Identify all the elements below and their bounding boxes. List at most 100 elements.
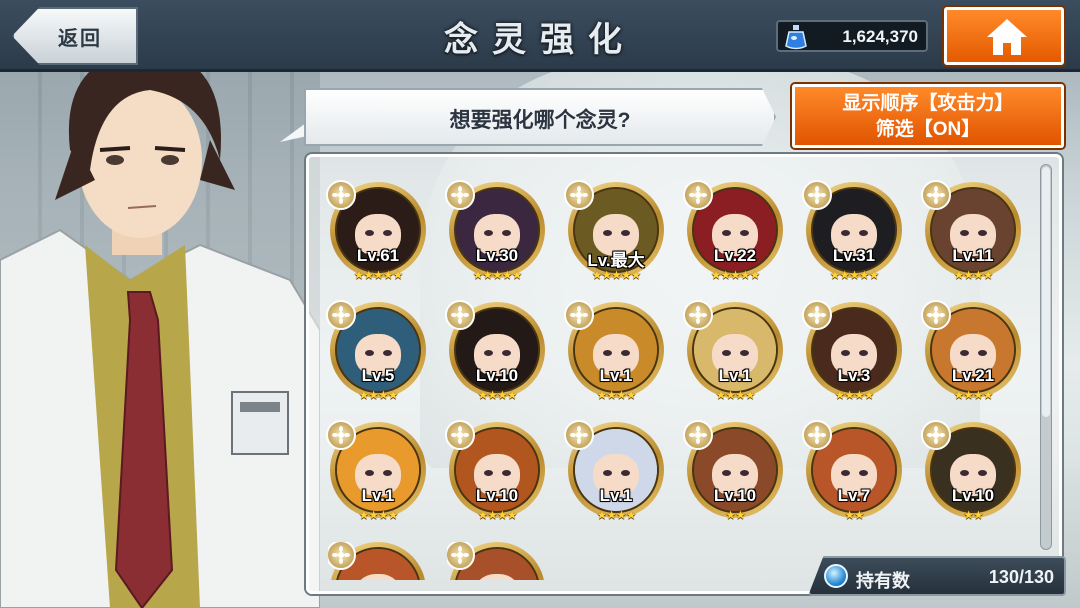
- flower-icon: [808, 186, 826, 204]
- owned-label: 持有数: [856, 571, 910, 591]
- flower-icon: [570, 306, 588, 324]
- spirit-level: Lv.7: [837, 486, 871, 505]
- flower-icon: [332, 546, 350, 564]
- portrait-eye: [364, 230, 374, 236]
- portrait-eye: [840, 230, 850, 236]
- spirit-card[interactable]: Lv.1 ★★★★: [326, 420, 428, 552]
- owned-value: 130/130: [988, 567, 1054, 587]
- speech-text: 想要强化哪个念灵?: [449, 109, 631, 132]
- spirit-stars: ★★★★★: [710, 268, 761, 282]
- portrait-eye: [382, 230, 392, 236]
- home-button[interactable]: [944, 7, 1064, 65]
- spirit-card[interactable]: Lv.61 ★★★★★: [326, 180, 428, 312]
- portrait-eye: [602, 470, 612, 476]
- spirit-card[interactable]: Lv.最大 ★★★★★: [564, 180, 666, 312]
- spirit-card[interactable]: Lv.22 ★★★★★: [683, 180, 785, 312]
- spirit-card[interactable]: Lv.1 ★★★★: [564, 420, 666, 552]
- spirit-card[interactable]: Lv.5 ★★★★: [326, 300, 428, 432]
- portrait-eye: [721, 230, 731, 236]
- element-badge-icon: [921, 180, 951, 210]
- spirit-card[interactable]: Lv.3 ★★★★: [802, 300, 904, 432]
- spirit-card[interactable]: Lv.30 ★★★★★: [445, 180, 547, 312]
- element-badge-icon: [683, 300, 713, 330]
- element-badge-icon: [683, 180, 713, 210]
- portrait-eye: [858, 350, 868, 356]
- spirit-card[interactable]: Lv.10 ★★: [683, 420, 785, 552]
- portrait-eye: [739, 230, 749, 236]
- scrollbar-thumb[interactable]: [1042, 167, 1050, 417]
- portrait-eye: [739, 350, 749, 356]
- spirit-level: Lv.10: [713, 486, 757, 505]
- spirit-card[interactable]: Lv.11 ★★★★: [921, 180, 1023, 312]
- flower-icon: [570, 426, 588, 444]
- portrait-eye: [382, 350, 392, 356]
- spirit-card[interactable]: Lv.10 ★★★★: [445, 420, 547, 552]
- portrait-eye: [602, 350, 612, 356]
- spirit-card[interactable]: [447, 542, 547, 580]
- flower-icon: [451, 306, 469, 324]
- spirit-level: Lv.11: [952, 246, 994, 265]
- flower-icon: [927, 426, 945, 444]
- flower-icon: [332, 426, 350, 444]
- spirit-card[interactable]: Lv.7 ★★: [802, 420, 904, 552]
- spirit-card[interactable]: Lv.1 ★★★★: [683, 300, 785, 432]
- portrait-eye: [977, 470, 987, 476]
- spirit-stars: ★★★★: [477, 388, 517, 402]
- portrait-eye: [501, 230, 511, 236]
- spirit-stars: ★★★★: [477, 508, 517, 522]
- grid-scrollbar[interactable]: [1040, 164, 1052, 550]
- spirit-level: Lv.61: [356, 246, 400, 265]
- spirit-level: Lv.1: [718, 366, 752, 385]
- spirit-orb-icon: [824, 564, 848, 588]
- owned-count-bar: 持有数 130/130: [808, 556, 1066, 596]
- portrait-eye: [721, 470, 731, 476]
- portrait-eye: [483, 230, 493, 236]
- portrait-eye: [501, 470, 511, 476]
- scientist-character: [0, 50, 320, 608]
- spirit-stars: ★★: [725, 508, 746, 522]
- filter-label: 筛选【ON】: [875, 119, 981, 140]
- sort-order-label: 显示顺序【攻击力】: [842, 93, 1014, 114]
- portrait-eye: [721, 350, 731, 356]
- spirit-card[interactable]: Lv.1 ★★★★: [564, 300, 666, 432]
- portrait-eye: [501, 350, 511, 356]
- spirit-card[interactable]: Lv.31 ★★★★★: [802, 180, 904, 312]
- flower-icon: [451, 546, 469, 564]
- element-badge-icon: [802, 300, 832, 330]
- spirit-stars: ★★★★: [358, 508, 398, 522]
- spirit-stars: ★★★★: [358, 388, 398, 402]
- spirit-card[interactable]: Lv.10 ★★: [921, 420, 1023, 552]
- element-badge-icon: [326, 420, 356, 450]
- spirit-card[interactable]: Lv.10 ★★★★: [445, 300, 547, 432]
- element-badge-icon: [326, 180, 356, 210]
- currency-display: 1,624,370: [776, 20, 928, 52]
- spirit-stars: ★★★★: [953, 388, 993, 402]
- sort-filter-button[interactable]: 显示顺序【攻击力】 筛选【ON】: [792, 84, 1064, 148]
- flower-icon: [689, 426, 707, 444]
- spirit-stars: ★★★★: [715, 388, 755, 402]
- spirit-stars: ★★★★★: [829, 268, 880, 282]
- portrait-eye: [364, 350, 374, 356]
- portrait-eye: [840, 470, 850, 476]
- portrait-eye: [382, 470, 392, 476]
- element-badge-icon: [326, 300, 356, 330]
- spirit-stars: ★★★★: [953, 268, 993, 282]
- spirit-card[interactable]: [328, 542, 428, 580]
- portrait-eye: [620, 350, 630, 356]
- portrait-eye: [483, 470, 493, 476]
- spirit-level: Lv.21: [951, 366, 995, 385]
- blue-potion-icon: [785, 25, 807, 50]
- flower-icon: [689, 186, 707, 204]
- spirit-stars: ★★★★: [596, 388, 636, 402]
- spirit-stars: ★★: [844, 508, 865, 522]
- spirit-card[interactable]: Lv.21 ★★★★: [921, 300, 1023, 432]
- spirit-level: Lv.31: [832, 246, 876, 265]
- portrait-eye: [959, 470, 969, 476]
- flower-icon: [689, 306, 707, 324]
- spirit-level: Lv.1: [361, 486, 395, 505]
- portrait-eye: [858, 470, 868, 476]
- spirit-level: Lv.1: [599, 366, 633, 385]
- home-icon: [987, 19, 1027, 55]
- spirit-stars: ★★★★★: [472, 268, 523, 282]
- element-badge-icon: [802, 180, 832, 210]
